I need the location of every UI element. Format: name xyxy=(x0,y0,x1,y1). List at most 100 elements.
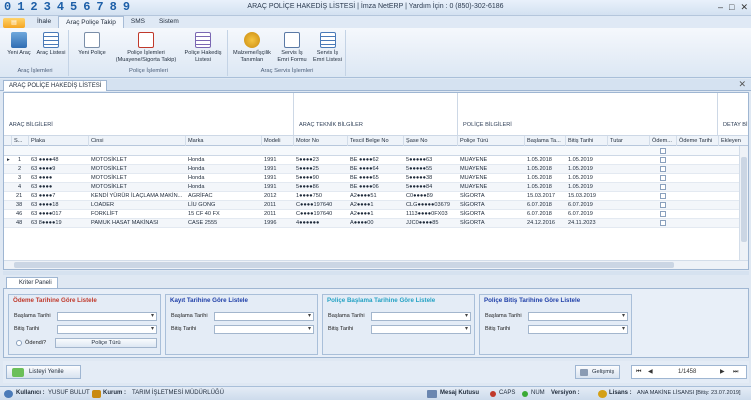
first-page-icon[interactable]: ⏮ xyxy=(636,366,641,379)
column-header[interactable]: Şase No xyxy=(404,136,458,146)
table-row[interactable]: 46 63 ●●●●017 FORKLİFT 15 CF 40 FX 2011 … xyxy=(4,210,748,219)
scroll-thumb[interactable] xyxy=(741,157,747,242)
end-date-label: Bitiş Tarihi xyxy=(328,326,354,332)
horizontal-scrollbar[interactable] xyxy=(4,260,748,269)
cell-plaka: 63 ●●●● xyxy=(31,175,53,181)
policy-operations-button[interactable]: Poliçe İşlemleri (Muayene/Sigorta Takip) xyxy=(112,32,180,63)
paid-checkbox[interactable] xyxy=(660,211,666,217)
cell-plaka: 63 ●●●●18 xyxy=(31,202,59,208)
advanced-button[interactable]: Gelişmiş xyxy=(575,365,620,379)
table-row[interactable]: 21 63 ●●●●7 KENDİ YÜRÜR İLAÇLAMA MAKİN..… xyxy=(4,192,748,201)
materials-button[interactable]: Malzeme/İşçilik Tanımları xyxy=(231,32,273,63)
license-icon xyxy=(598,390,607,398)
end-date-picker[interactable] xyxy=(528,325,628,334)
column-header[interactable]: Motor No xyxy=(294,136,348,146)
tab-sms[interactable]: SMS xyxy=(124,16,152,28)
column-header[interactable]: Ekleyen xyxy=(719,136,748,146)
paid-checkbox[interactable] xyxy=(660,184,666,190)
column-header[interactable]: Ödeme Tarihi xyxy=(677,136,719,146)
ribbon-group-servis: Malzeme/İşçilik Tanımları Servis İş Emri… xyxy=(229,30,346,76)
maximize-button[interactable]: □ xyxy=(729,2,734,12)
service-order-form-button[interactable]: Servis İş Emri Formu xyxy=(275,32,309,63)
new-policy-button[interactable]: Yeni Poliçe xyxy=(74,32,110,57)
group-title: Poliçe İşlemleri xyxy=(129,68,168,74)
group-title: Araç Servis İşlemleri xyxy=(260,68,314,74)
table-row[interactable]: 48 63 8●●●●19 PAMUK HASAT MAKİNASI CASE … xyxy=(4,219,748,228)
table-row[interactable]: 4 63 ●●●● MOTOSİKLET Honda 1991 5●●●●86 … xyxy=(4,183,748,192)
tab-arac-police-takip[interactable]: Araç Poliçe Takip xyxy=(58,16,124,28)
paid-checkbox[interactable] xyxy=(660,166,666,172)
paid-radio[interactable] xyxy=(16,340,22,346)
paid-checkbox[interactable] xyxy=(660,193,666,199)
cell-bitis: 1.05.2019 xyxy=(568,166,593,172)
cell-plaka: 63 ●●●●9 xyxy=(31,166,56,172)
start-date-picker[interactable] xyxy=(57,312,157,321)
end-date-picker[interactable] xyxy=(214,325,314,334)
column-header[interactable]: Modeli xyxy=(262,136,294,146)
refresh-list-button[interactable]: Listeyi Yenile xyxy=(6,365,81,379)
column-header[interactable]: Tescil Belge No xyxy=(348,136,404,146)
tab-ihale[interactable]: İhale xyxy=(30,16,58,28)
cell-model: 1991 xyxy=(264,175,277,181)
grid-band-row: ARAÇ BİLGİLERİ ARAÇ TEKNİK BİLGİLER POLİ… xyxy=(4,93,748,135)
cell-sira: 4 xyxy=(18,184,22,190)
column-header[interactable]: Bitiş Tarihi xyxy=(566,136,608,146)
new-vehicle-button[interactable]: Yeni Araç xyxy=(4,32,34,57)
panel-splitter[interactable] xyxy=(3,271,749,275)
refresh-icon xyxy=(12,368,24,377)
column-header[interactable]: Cinsi xyxy=(89,136,186,146)
minimize-button[interactable]: ‒ xyxy=(718,2,723,12)
close-button[interactable]: ✕ xyxy=(740,2,748,12)
close-tab-icon[interactable]: ✕ xyxy=(738,79,746,90)
table-row[interactable]: 2 63 ●●●●9 MOTOSİKLET Honda 1991 5●●●●25… xyxy=(4,165,748,174)
column-header[interactable]: Ödem... xyxy=(650,136,677,146)
tools-icon xyxy=(580,369,588,376)
row-indicator-header xyxy=(4,136,12,146)
end-date-picker[interactable] xyxy=(57,325,157,334)
column-header[interactable]: Marka xyxy=(186,136,262,146)
column-header[interactable]: Başlama Ta... xyxy=(525,136,566,146)
column-header[interactable]: Plaka xyxy=(29,136,89,146)
tab-sistem[interactable]: Sistem xyxy=(152,16,186,28)
auto-filter-row[interactable] xyxy=(4,146,748,156)
cell-plaka: 63 ●●●● xyxy=(31,184,53,190)
filter-checkbox[interactable] xyxy=(660,148,666,154)
table-row[interactable]: 38 63 ●●●●18 LOADER LİU GONG 2011 C●●●●1… xyxy=(4,201,748,210)
start-date-picker[interactable] xyxy=(214,312,314,321)
column-header[interactable]: Tutar xyxy=(608,136,650,146)
paid-checkbox[interactable] xyxy=(660,220,666,226)
cell-cinsi: KENDİ YÜRÜR İLAÇLAMA MAKİN... xyxy=(91,193,183,199)
policy-type-button[interactable]: Poliçe Türü xyxy=(55,338,157,348)
app-menu-button[interactable]: ▤ xyxy=(3,18,25,28)
service-order-list-button[interactable]: Servis İş Emri Listesi xyxy=(311,32,344,63)
policy-claim-list-button[interactable]: Poliçe Hakediş Listesi xyxy=(182,32,224,63)
start-date-picker[interactable] xyxy=(371,312,471,321)
paid-checkbox[interactable] xyxy=(660,157,666,163)
column-header[interactable]: Poliçe Türü xyxy=(458,136,525,146)
paid-checkbox[interactable] xyxy=(660,202,666,208)
next-page-icon[interactable]: ▶ xyxy=(720,366,725,379)
list-icon xyxy=(195,32,211,48)
document-tab-bar: ARAÇ POLİÇE HAKEDİŞ LİSTESİ ✕ xyxy=(0,79,751,91)
claims-grid[interactable]: ARAÇ BİLGİLERİ ARAÇ TEKNİK BİLGİLER POLİ… xyxy=(3,92,749,270)
license-value: ANA MAKİNE LİSANSI [Bitiş: 23.07.2019] xyxy=(637,390,741,396)
criteria-panel-tab[interactable]: Kriter Paneli xyxy=(6,277,58,288)
cell-baslama: 24.12.2016 xyxy=(527,220,555,226)
scroll-thumb[interactable] xyxy=(14,262,674,268)
column-header[interactable]: S... xyxy=(12,136,29,146)
start-date-picker[interactable] xyxy=(528,312,628,321)
vertical-scrollbar[interactable] xyxy=(739,146,748,261)
cell-motor-no: 5●●●●23 xyxy=(296,157,319,163)
message-box-link[interactable]: Mesaj Kutusu xyxy=(440,390,479,396)
vehicle-list-button[interactable]: Araç Listesi xyxy=(35,32,67,57)
end-date-picker[interactable] xyxy=(371,325,471,334)
table-row[interactable]: ▸ 1 63 ●●●●48 MOTOSİKLET Honda 1991 5●●●… xyxy=(4,156,748,165)
table-row[interactable]: 3 63 ●●●● MOTOSİKLET Honda 1991 5●●●●90 … xyxy=(4,174,748,183)
bottom-toolbar: Listeyi Yenile Gelişmiş ⏮ ◀ 1/1458 ▶ ⏭ xyxy=(3,361,749,383)
document-tab[interactable]: ARAÇ POLİÇE HAKEDİŞ LİSTESİ xyxy=(3,80,108,91)
prev-page-icon[interactable]: ◀ xyxy=(648,366,653,379)
institution-icon xyxy=(92,390,101,398)
paid-checkbox[interactable] xyxy=(660,175,666,181)
last-page-icon[interactable]: ⏭ xyxy=(733,366,738,379)
ribbon-tabs: ▤ İhale Araç Poliçe Takip SMS Sistem xyxy=(0,16,751,28)
